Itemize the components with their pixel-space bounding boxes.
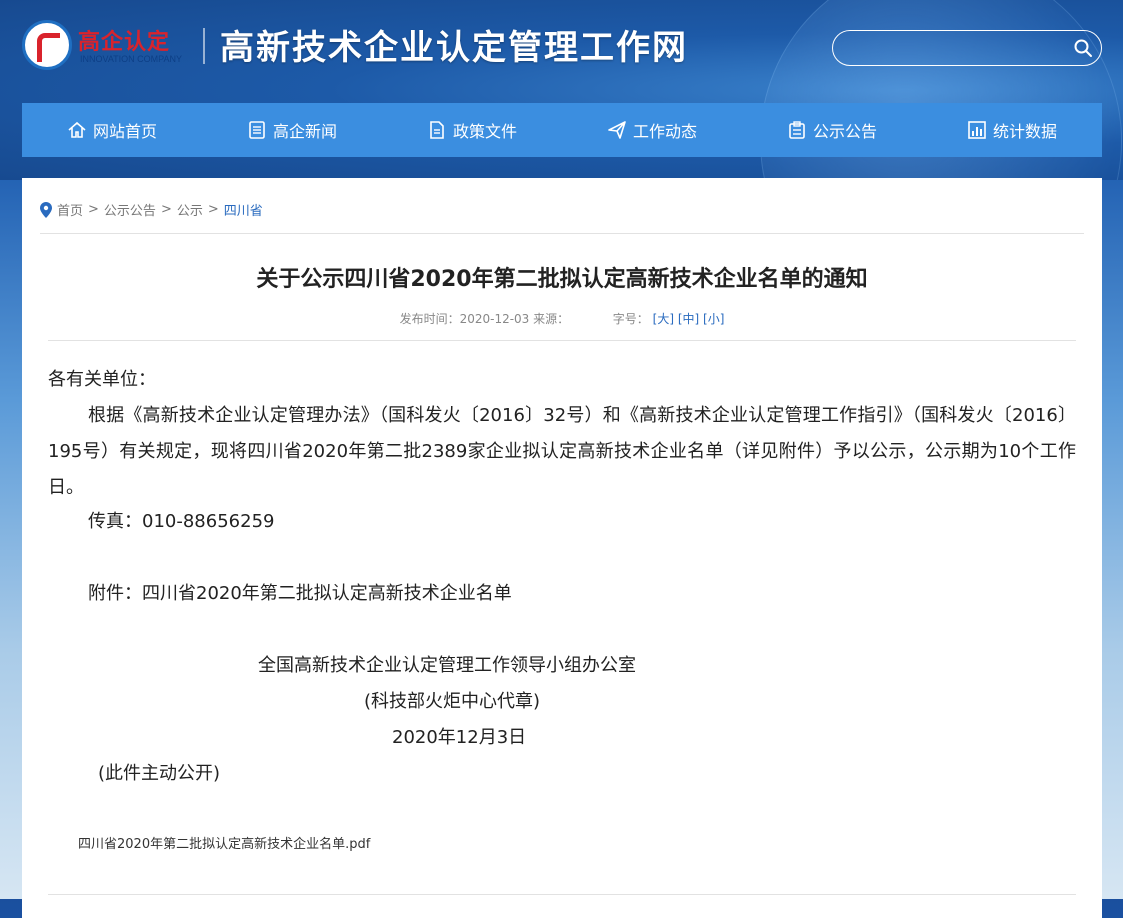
logo-english-text: INNOVATION COMPANY — [80, 54, 183, 64]
search-box[interactable] — [832, 30, 1102, 66]
nav-label: 网站首页 — [92, 122, 157, 141]
addressee: 各有关单位： — [48, 369, 156, 390]
location-pin-icon — [40, 201, 52, 218]
chart-icon — [968, 121, 986, 139]
font-size-label: 字号： — [612, 312, 649, 326]
site-logo[interactable]: 高企认定 INNOVATION COMPANY — [22, 18, 190, 74]
nav-label: 公示公告 — [812, 122, 877, 141]
logo-chinese-text: 高企认定 — [78, 29, 171, 55]
paper-plane-icon — [608, 121, 626, 139]
divider — [48, 340, 1076, 341]
breadcrumb-home[interactable]: 首页 — [57, 200, 83, 219]
signature-organization: 全国高新技术企业认定管理工作领导小组办公室 — [258, 655, 636, 676]
clipboard-icon — [789, 121, 805, 139]
breadcrumb-separator: > — [207, 202, 219, 217]
breadcrumb-announcements[interactable]: 公示公告 — [104, 200, 156, 219]
logo-divider — [203, 28, 205, 64]
document-icon — [430, 121, 444, 139]
nav-item-statistics[interactable]: 统计数据 — [922, 103, 1102, 157]
logo-mark-icon — [22, 20, 72, 70]
attachment-line: 附件：四川省2020年第二批拟认定高新技术企业名单 — [88, 583, 512, 604]
main-nav: 网站首页 高企新闻 政策文件 工作动态 公示公告 统计数据 — [22, 103, 1102, 157]
publish-info: 发布时间：2020-12-03 来源： — [399, 312, 570, 326]
article-title: 关于公示四川省2020年第二批拟认定高新技术企业名单的通知 — [256, 267, 868, 292]
font-size-large-button[interactable]: [大] — [653, 312, 674, 326]
search-input[interactable] — [847, 37, 1071, 61]
signature-date: 2020年12月3日 — [392, 727, 527, 748]
news-icon — [249, 121, 265, 139]
public-note: (此件主动公开) — [98, 763, 221, 784]
fax-number: 传真：010-88656259 — [88, 511, 275, 532]
nav-item-home[interactable]: 网站首页 — [22, 103, 202, 157]
nav-item-updates[interactable]: 工作动态 — [562, 103, 742, 157]
attachment-file-link[interactable]: 四川省2020年第二批拟认定高新技术企业名单.pdf — [78, 833, 370, 852]
nav-label: 政策文件 — [452, 122, 517, 141]
divider — [48, 894, 1076, 895]
breadcrumb-separator: > — [160, 202, 172, 217]
breadcrumb-separator: > — [88, 202, 99, 217]
font-size-small-button[interactable]: [小] — [703, 312, 724, 326]
breadcrumb-notice[interactable]: 公示 — [177, 200, 203, 219]
divider — [40, 233, 1084, 234]
breadcrumb-current[interactable]: 四川省 — [224, 200, 263, 219]
site-title: 高新技术企业认定管理工作网 — [220, 28, 688, 68]
content-panel: 首页 > 公示公告 > 公示 > 四川省 关于公示四川省2020年第二批拟认定高… — [22, 178, 1102, 918]
breadcrumb: 首页 > 公示公告 > 公示 > 四川省 — [40, 200, 263, 219]
nav-item-announcements[interactable]: 公示公告 — [742, 103, 922, 157]
nav-item-policy[interactable]: 政策文件 — [382, 103, 562, 157]
article-meta: 发布时间：2020-12-03 来源： 字号： [大] [中] [小] — [22, 310, 1102, 327]
nav-label: 高企新闻 — [272, 122, 337, 141]
home-icon — [68, 121, 86, 138]
nav-label: 统计数据 — [992, 122, 1057, 141]
nav-item-news[interactable]: 高企新闻 — [202, 103, 382, 157]
font-size-medium-button[interactable]: [中] — [678, 312, 699, 326]
main-paragraph: 根据《高新技术企业认定管理办法》（国科发火〔2016〕32号）和《高新技术企业认… — [48, 405, 1076, 498]
search-icon[interactable] — [1073, 38, 1093, 58]
nav-label: 工作动态 — [632, 122, 697, 141]
signature-seal: (科技部火炬中心代章) — [364, 691, 541, 712]
